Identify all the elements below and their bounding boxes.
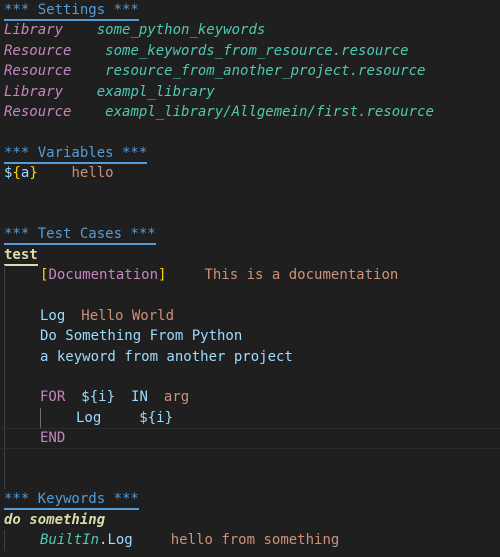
keyword-call[interactable]: a keyword from another project	[40, 349, 293, 365]
separator	[71, 104, 105, 120]
separator	[71, 63, 105, 79]
variable-brace: }	[106, 389, 116, 406]
library-import[interactable]: some_python_keywords	[97, 22, 266, 38]
variable-value: hello	[71, 165, 114, 182]
keyword-call[interactable]: Do Something From Python	[40, 328, 242, 344]
code-line[interactable]: BuiltIn.Log hello from something	[0, 530, 500, 551]
empty-line[interactable]	[0, 285, 500, 306]
setting-name: Resource	[4, 103, 72, 120]
empty-line[interactable]	[0, 468, 500, 490]
code-line[interactable]: a keyword from another project	[0, 346, 500, 368]
code-line[interactable]: Resource exampl_library/Allgemein/first.…	[0, 102, 500, 122]
end-keyword: END	[40, 430, 66, 447]
indent-guide	[4, 387, 5, 408]
code-editor[interactable]: *** Settings *** Library some_python_key…	[0, 0, 500, 551]
loop-argument: arg	[163, 389, 190, 406]
keyword-call[interactable]: Log	[40, 308, 65, 324]
code-line[interactable]: *** Test Cases ***	[0, 224, 500, 246]
indent-guide	[4, 305, 5, 327]
indent-guide	[4, 326, 5, 347]
indent-guide-active	[40, 407, 41, 429]
settings-section-header: *** Settings ***	[4, 2, 139, 21]
indent-guide	[4, 407, 5, 429]
setting-name: Library	[4, 83, 64, 100]
code-line[interactable]: *** Keywords ***	[0, 489, 500, 511]
indent-guide	[4, 448, 5, 469]
code-line[interactable]: Library some_python_keywords	[0, 20, 500, 40]
test-cases-section-header: *** Test Cases ***	[4, 226, 156, 246]
current-line[interactable]: END	[0, 428, 500, 449]
variable-name[interactable]: i	[156, 410, 164, 426]
empty-line[interactable]	[0, 367, 500, 388]
in-keyword: IN	[131, 389, 148, 406]
indent-guide	[4, 530, 5, 551]
code-line[interactable]: ${a} hello	[0, 163, 500, 183]
variable-brace: }	[164, 409, 174, 426]
keyword-argument: Hello World	[81, 307, 175, 324]
keyword-argument: hello from something	[170, 532, 340, 549]
code-line[interactable]: Log Hello World	[0, 305, 500, 327]
empty-line[interactable]	[0, 204, 500, 224]
setting-name: Resource	[4, 63, 72, 80]
variables-section-header: *** Variables ***	[4, 145, 148, 164]
variable-sigil: $	[139, 409, 148, 426]
resource-import[interactable]: resource_from_another_project.resource	[105, 63, 425, 79]
setting-bracket: ]	[158, 267, 167, 284]
code-line[interactable]: do something	[0, 510, 500, 530]
empty-line[interactable]	[0, 448, 500, 469]
keyword-definition-name[interactable]: do something	[4, 512, 105, 528]
setting-name: Resource	[4, 42, 72, 59]
variable-brace: }	[29, 165, 38, 182]
empty-line[interactable]	[0, 122, 500, 142]
indent-guide	[4, 367, 5, 388]
test-case-name[interactable]: test	[4, 247, 38, 266]
resource-import[interactable]: exampl_library/Allgemein/first.resource	[105, 104, 434, 120]
variable-brace: {	[147, 409, 157, 426]
separator	[63, 84, 97, 100]
loop-variable-name[interactable]: i	[98, 389, 106, 405]
setting-name: Library	[4, 22, 64, 39]
documentation-setting: Documentation	[48, 267, 159, 284]
keyword-call[interactable]: Log	[107, 532, 132, 548]
code-line[interactable]: Resource some_keywords_from_resource.res…	[0, 41, 500, 61]
separator	[63, 22, 97, 38]
keyword-call[interactable]: Log	[76, 410, 101, 426]
code-line[interactable]: FOR ${i} IN arg	[0, 387, 500, 408]
code-line[interactable]: *** Variables ***	[0, 143, 500, 164]
code-line[interactable]: Do Something From Python	[0, 326, 500, 347]
for-keyword: FOR	[40, 389, 66, 406]
variable-brace: {	[89, 389, 99, 406]
code-line[interactable]: [Documentation] This is a documentation	[0, 265, 500, 286]
indent-guide	[4, 346, 5, 368]
code-line[interactable]: test	[0, 245, 500, 266]
library-import[interactable]: exampl_library	[97, 84, 215, 100]
indent-guide	[4, 468, 5, 490]
library-prefix[interactable]: BuiltIn	[40, 532, 99, 548]
empty-line[interactable]	[0, 184, 500, 204]
code-line[interactable]: *** Settings ***	[0, 0, 500, 21]
variable-brace: {	[12, 165, 21, 182]
indent-guide	[4, 285, 5, 306]
separator	[38, 165, 72, 181]
code-line[interactable]: Resource resource_from_another_project.r…	[0, 61, 500, 81]
indent-guide	[4, 429, 5, 448]
keywords-section-header: *** Keywords ***	[4, 491, 139, 511]
variable-sigil: $	[81, 389, 90, 406]
code-line[interactable]: Log ${i}	[0, 407, 500, 429]
code-line[interactable]: Library exampl_library	[0, 82, 500, 102]
indent-guide	[4, 265, 5, 286]
documentation-text: This is a documentation	[204, 267, 399, 284]
resource-import[interactable]: some_keywords_from_resource.resource	[105, 43, 408, 59]
separator	[71, 43, 105, 59]
